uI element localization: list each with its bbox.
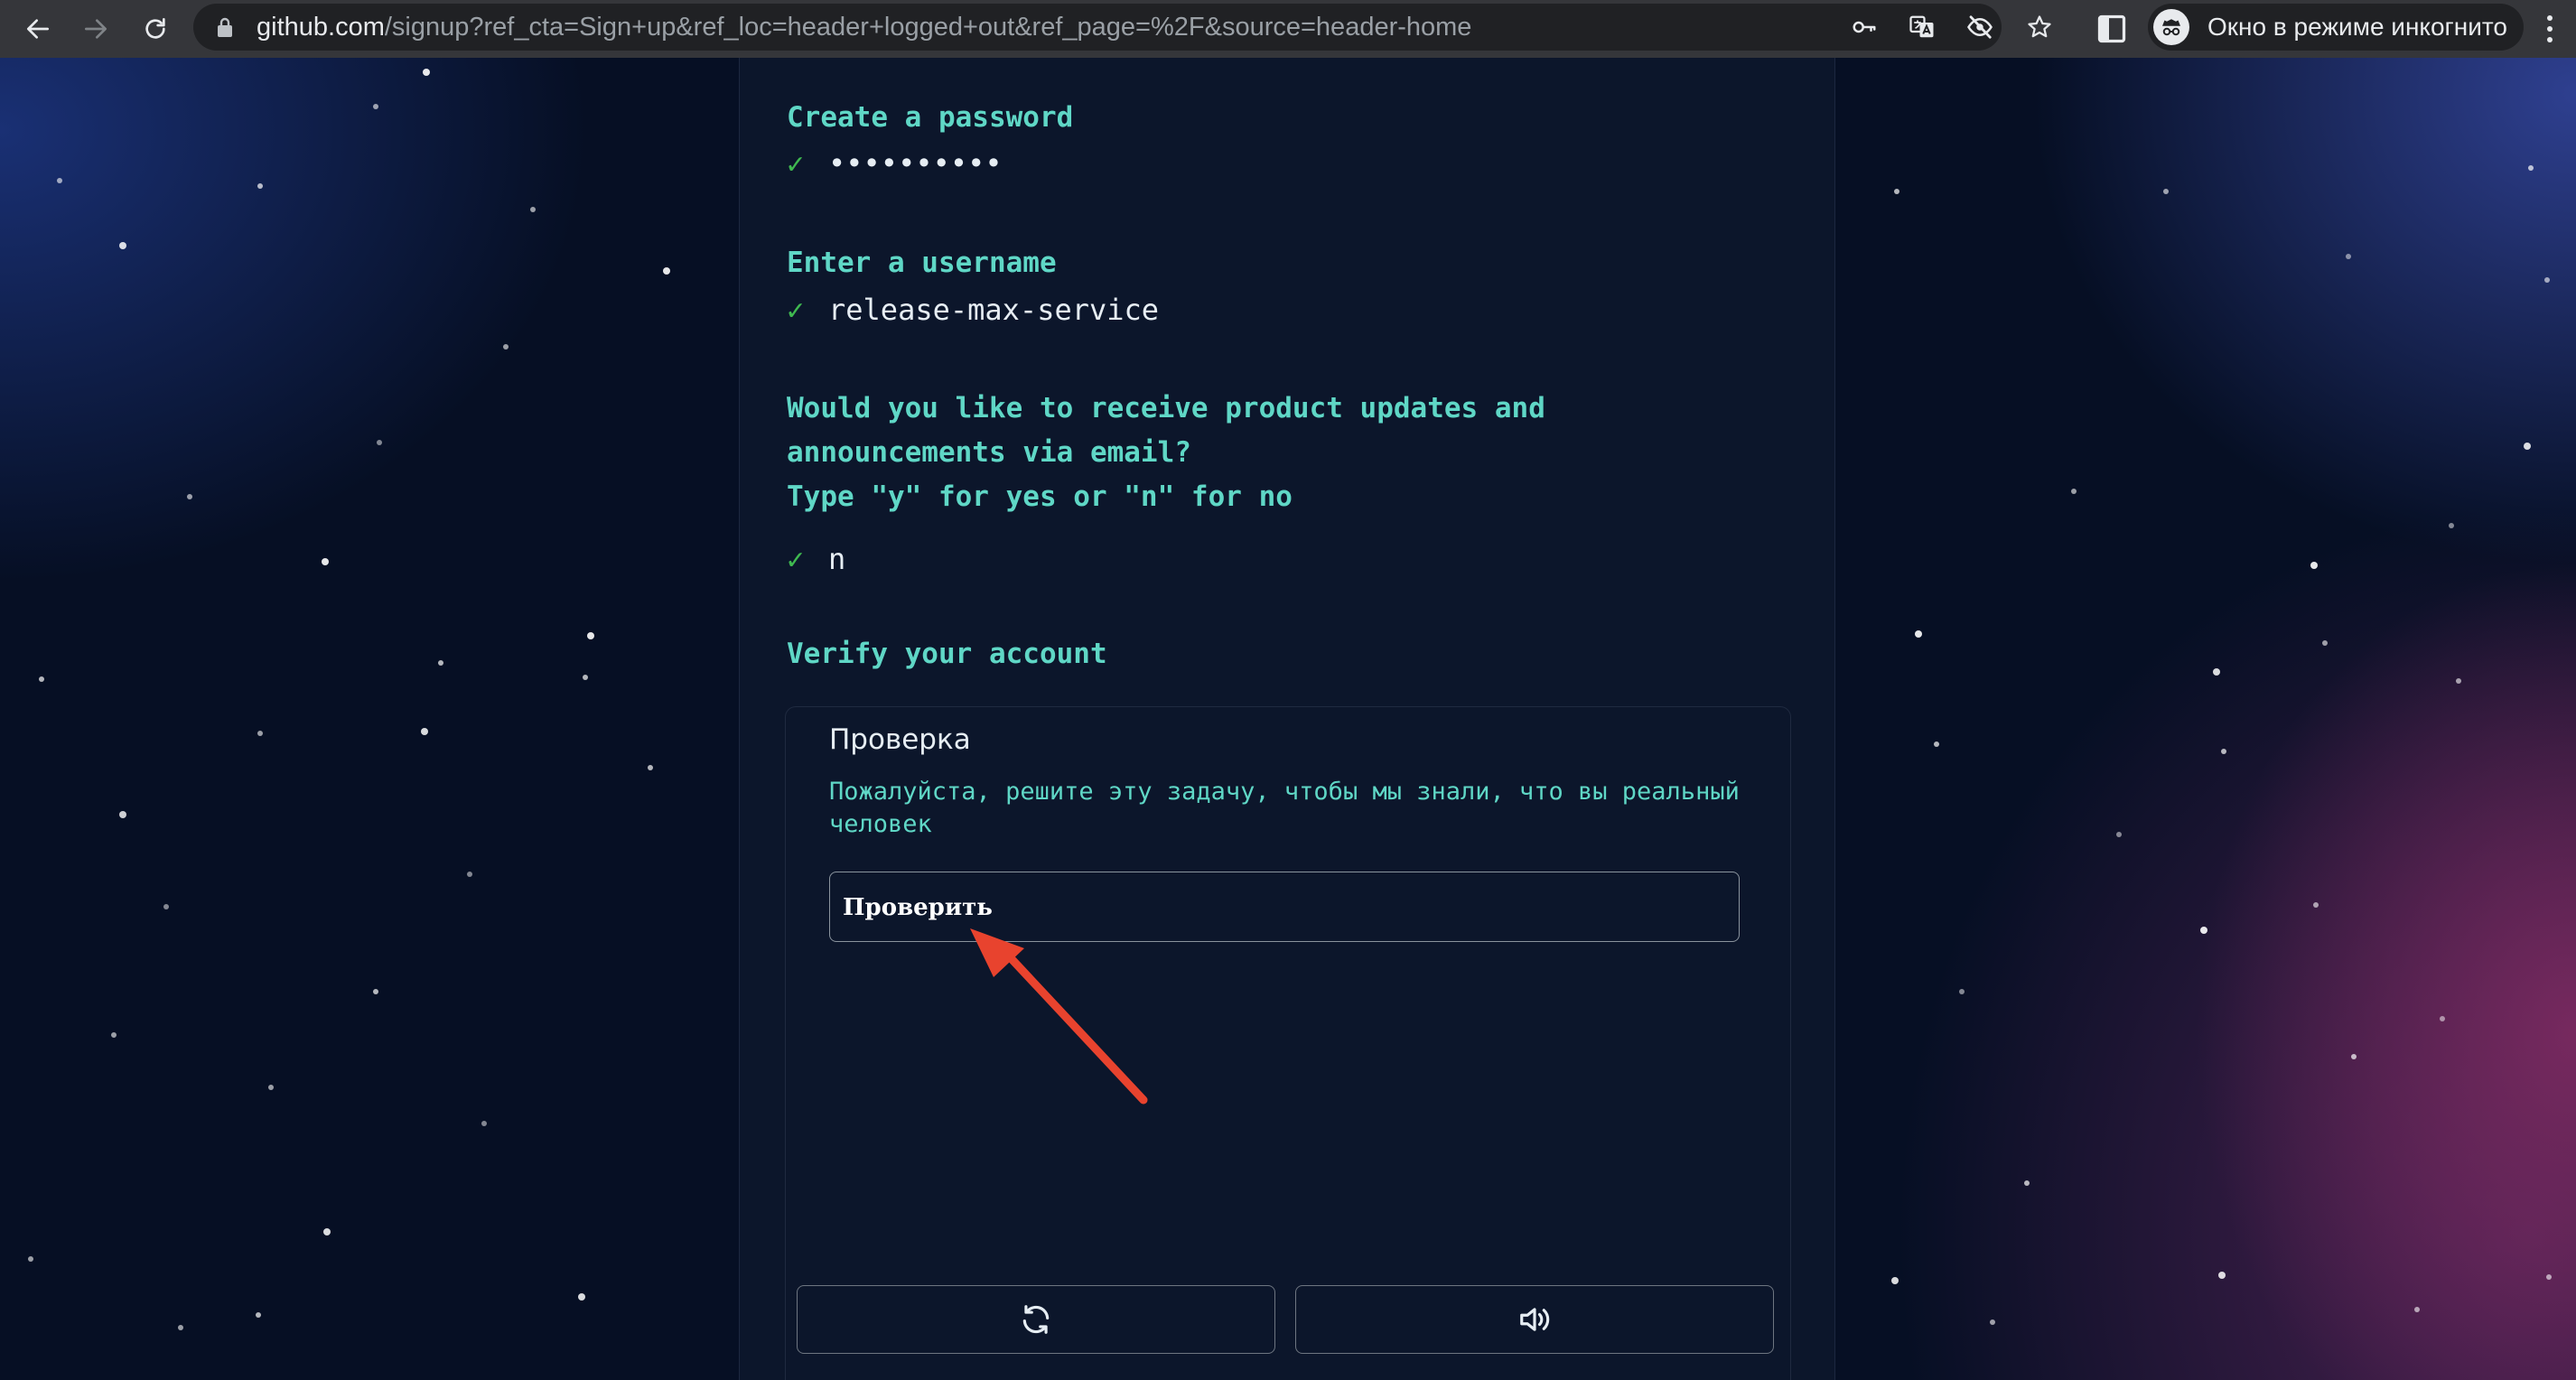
email-prompt-line3: Type "y" for yes or "n" for no [787,480,1293,513]
captcha-refresh-button[interactable] [797,1285,1275,1354]
email-value: n [828,542,846,576]
password-value: •••••••••• [828,146,1003,181]
url-host: github.com [257,13,385,42]
captcha-description: Пожалуйста, решите эту задачу, чтобы мы … [829,778,1740,838]
lock-icon[interactable] [215,16,235,38]
signup-form-column: Create a password ✓ •••••••••• Enter a us… [739,58,1835,1380]
check-icon: ✓ [787,542,805,576]
speaker-icon [1520,1308,1550,1331]
email-prompt-line2: announcements via email? [787,436,1191,469]
url-path: /signup?ref_cta=Sign+up&ref_loc=header+l… [384,13,1472,42]
captcha-verify-label: Проверить [843,894,993,921]
captcha-title: Проверка [829,723,971,756]
signup-page: Create a password ✓ •••••••••• Enter a us… [0,58,2576,1380]
email-prompt-line1: Would you like to receive product update… [787,392,1545,424]
username-value: release-max-service [828,293,1160,327]
url-text[interactable]: github.com/signup?ref_cta=Sign+up&ref_lo… [257,4,1973,51]
verify-prompt: Verify your account [787,638,1107,670]
captcha-verify-button[interactable]: Проверить [829,872,1740,942]
check-icon: ✓ [787,146,805,181]
translate-icon[interactable] [1906,11,1938,43]
email-answer: ✓ n [787,539,845,579]
password-prompt: Create a password [787,101,1074,134]
incognito-label: Окно в режиме инкогнито [2207,13,2507,41]
password-answer: ✓ •••••••••• [787,144,1003,183]
back-icon[interactable] [18,9,58,49]
eye-off-icon[interactable] [1964,11,1996,43]
captcha-audio-button[interactable] [1295,1285,1774,1354]
incognito-indicator[interactable]: Окно в режиме инкогнито [2148,4,2524,51]
reload-icon[interactable] [135,9,175,49]
refresh-icon [1022,1305,1050,1334]
address-bar[interactable]: github.com/signup?ref_cta=Sign+up&ref_lo… [193,4,2002,51]
bookmark-star-icon[interactable] [2023,11,2056,43]
forward-icon[interactable] [76,9,116,49]
side-panel-icon[interactable] [2095,13,2128,45]
key-icon[interactable] [1848,11,1881,43]
username-prompt: Enter a username [787,247,1057,279]
username-answer: ✓ release-max-service [787,290,1159,330]
check-icon: ✓ [787,293,805,327]
browser-toolbar: github.com/signup?ref_cta=Sign+up&ref_lo… [0,0,2576,58]
incognito-icon [2153,9,2189,45]
more-menu-icon[interactable] [2536,11,2563,47]
captcha-frame: Проверка Пожалуйста, решите эту задачу, … [785,706,1791,1380]
